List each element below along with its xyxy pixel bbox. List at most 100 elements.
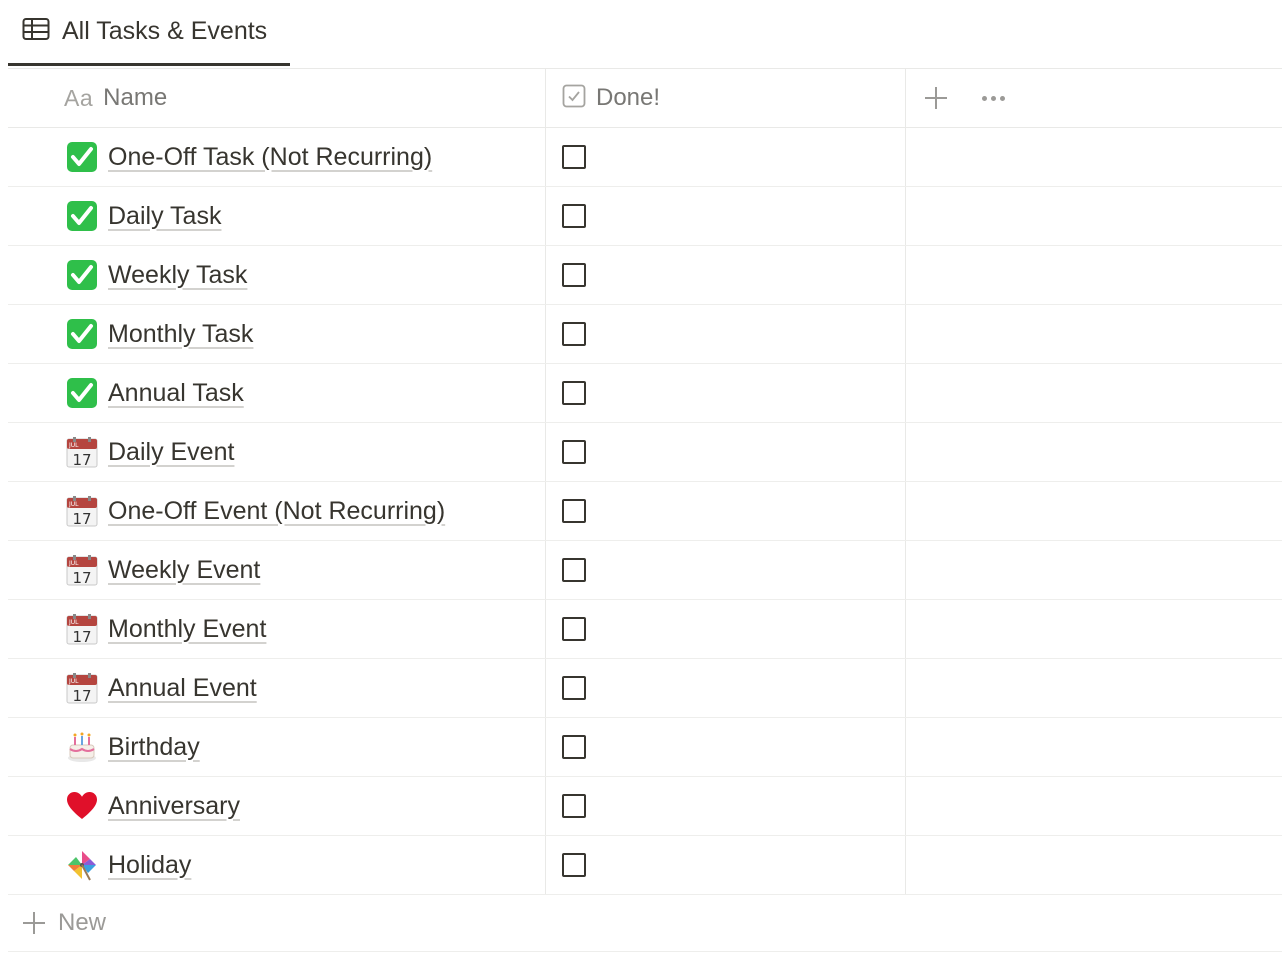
row-done-cell xyxy=(546,128,906,186)
table-row[interactable]: JUL 17 One-Off Event (Not Recurring) xyxy=(8,482,1282,541)
row-name-cell[interactable]: Annual Task xyxy=(8,364,546,422)
svg-text:JUL: JUL xyxy=(68,560,79,567)
svg-text:17: 17 xyxy=(72,628,91,645)
row-empty-cell xyxy=(906,541,1282,599)
done-checkbox[interactable] xyxy=(562,440,586,464)
table-row[interactable]: JUL 17 Annual Event xyxy=(8,659,1282,718)
row-title[interactable]: One-Off Event (Not Recurring) xyxy=(108,497,445,526)
column-header-done[interactable]: Done! xyxy=(546,69,906,127)
table-row[interactable]: One-Off Task (Not Recurring) xyxy=(8,128,1282,187)
done-checkbox[interactable] xyxy=(562,499,586,523)
new-row-button[interactable]: New xyxy=(8,895,1282,952)
table-row[interactable]: Anniversary xyxy=(8,777,1282,836)
table-row[interactable]: JUL 17 Monthly Event xyxy=(8,600,1282,659)
table-row[interactable]: JUL 17 Weekly Event xyxy=(8,541,1282,600)
row-title[interactable]: One-Off Task (Not Recurring) xyxy=(108,143,432,172)
table-row[interactable]: Annual Task xyxy=(8,364,1282,423)
row-name-cell[interactable]: JUL 17 Daily Event xyxy=(8,423,546,481)
table-row[interactable]: Birthday xyxy=(8,718,1282,777)
header-actions xyxy=(906,69,1282,127)
done-checkbox[interactable] xyxy=(562,853,586,877)
row-name-cell[interactable]: Holiday xyxy=(8,836,546,894)
done-checkbox[interactable] xyxy=(562,204,586,228)
row-done-cell xyxy=(546,718,906,776)
row-empty-cell xyxy=(906,777,1282,835)
check-mark-button-icon xyxy=(65,140,99,174)
row-empty-cell xyxy=(906,718,1282,776)
view-tab-label: All Tasks & Events xyxy=(62,17,268,45)
row-done-cell xyxy=(546,541,906,599)
row-empty-cell xyxy=(906,600,1282,658)
row-name-cell[interactable]: JUL 17 One-Off Event (Not Recurring) xyxy=(8,482,546,540)
calendar-icon: JUL 17 xyxy=(65,612,99,646)
column-header-name[interactable]: Aa Name xyxy=(8,69,546,127)
row-title[interactable]: Annual Event xyxy=(108,674,257,703)
table-row[interactable]: JUL 17 Daily Event xyxy=(8,423,1282,482)
row-title[interactable]: Weekly Event xyxy=(108,556,260,585)
done-checkbox[interactable] xyxy=(562,735,586,759)
more-dots-icon[interactable] xyxy=(982,95,1005,101)
table-icon xyxy=(22,17,50,46)
view-tab-all-tasks-events[interactable]: All Tasks & Events xyxy=(8,0,290,66)
svg-text:JUL: JUL xyxy=(68,678,79,685)
row-title[interactable]: Birthday xyxy=(108,733,200,762)
row-empty-cell xyxy=(906,246,1282,304)
done-checkbox[interactable] xyxy=(562,381,586,405)
row-empty-cell xyxy=(906,187,1282,245)
row-title[interactable]: Anniversary xyxy=(108,792,240,821)
svg-text:17: 17 xyxy=(72,687,91,704)
table-row[interactable]: Holiday xyxy=(8,836,1282,895)
database-table: Aa Name Done! One-Off Task (Not Recurrin… xyxy=(8,69,1282,952)
row-title[interactable]: Weekly Task xyxy=(108,261,247,290)
row-title[interactable]: Holiday xyxy=(108,851,191,880)
row-name-cell[interactable]: JUL 17 Weekly Event xyxy=(8,541,546,599)
calendar-icon: JUL 17 xyxy=(65,494,99,528)
row-done-cell xyxy=(546,836,906,894)
done-checkbox[interactable] xyxy=(562,322,586,346)
table-header: Aa Name Done! xyxy=(8,69,1282,128)
checkbox-property-icon xyxy=(562,84,586,113)
row-name-cell[interactable]: JUL 17 Annual Event xyxy=(8,659,546,717)
row-done-cell xyxy=(546,482,906,540)
check-mark-button-icon xyxy=(65,258,99,292)
row-name-cell[interactable]: Daily Task xyxy=(8,187,546,245)
row-name-cell[interactable]: Birthday xyxy=(8,718,546,776)
table-row[interactable]: Weekly Task xyxy=(8,246,1282,305)
row-empty-cell xyxy=(906,364,1282,422)
svg-text:JUL: JUL xyxy=(68,501,79,508)
row-name-cell[interactable]: JUL 17 Monthly Event xyxy=(8,600,546,658)
done-checkbox[interactable] xyxy=(562,617,586,641)
row-name-cell[interactable]: Anniversary xyxy=(8,777,546,835)
done-checkbox[interactable] xyxy=(562,263,586,287)
row-done-cell xyxy=(546,423,906,481)
calendar-icon: JUL 17 xyxy=(65,671,99,705)
row-title[interactable]: Monthly Task xyxy=(108,320,253,349)
row-name-cell[interactable]: One-Off Task (Not Recurring) xyxy=(8,128,546,186)
table-row[interactable]: Monthly Task xyxy=(8,305,1282,364)
add-property-plus-icon[interactable] xyxy=(924,86,948,110)
table-row[interactable]: Daily Task xyxy=(8,187,1282,246)
row-empty-cell xyxy=(906,836,1282,894)
row-done-cell xyxy=(546,777,906,835)
done-checkbox[interactable] xyxy=(562,558,586,582)
done-checkbox[interactable] xyxy=(562,145,586,169)
row-title[interactable]: Monthly Event xyxy=(108,615,266,644)
row-done-cell xyxy=(546,187,906,245)
row-title[interactable]: Daily Task xyxy=(108,202,221,231)
check-mark-button-icon xyxy=(65,376,99,410)
row-name-cell[interactable]: Monthly Task xyxy=(8,305,546,363)
row-name-cell[interactable]: Weekly Task xyxy=(8,246,546,304)
row-title[interactable]: Annual Task xyxy=(108,379,244,408)
column-name-label: Name xyxy=(103,84,168,111)
done-checkbox[interactable] xyxy=(562,794,586,818)
column-done-label: Done! xyxy=(596,84,661,111)
row-empty-cell xyxy=(906,128,1282,186)
calendar-icon: JUL 17 xyxy=(65,435,99,469)
row-title[interactable]: Daily Event xyxy=(108,438,234,467)
birthday-cake-icon xyxy=(65,730,99,764)
row-empty-cell xyxy=(906,305,1282,363)
new-plus-icon xyxy=(22,911,46,935)
new-row-label: New xyxy=(58,909,107,936)
svg-text:JUL: JUL xyxy=(68,442,79,449)
done-checkbox[interactable] xyxy=(562,676,586,700)
